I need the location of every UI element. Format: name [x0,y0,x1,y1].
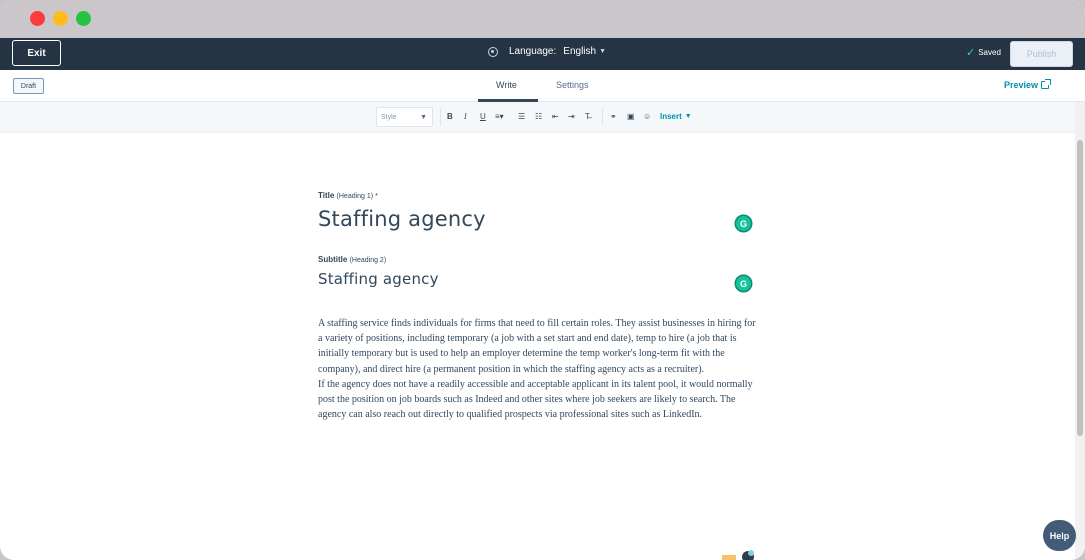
editor-tab-bar: Draft Write Settings Preview [0,70,1085,102]
scrollbar-thumb[interactable] [1077,140,1083,436]
toolbar-divider [602,108,603,126]
saved-label: Saved [978,48,1001,57]
title-field-label: Title (Heading 1) * [318,191,378,200]
globe-icon [488,46,498,57]
bulleted-list-icon[interactable]: ☰ [518,111,525,123]
grammarly-icon[interactable]: G [736,276,751,291]
subtitle-hint: (Heading 2) [349,257,387,264]
chat-widget-icon [722,550,754,560]
publish-button[interactable]: Publish [1010,41,1073,67]
subtitle-label: Subtitle [318,255,348,264]
style-dropdown-value: Style [381,113,397,121]
language-value: English [563,46,597,57]
body-paragraph: A staffing service finds individuals for… [318,318,756,375]
title-hint: (Heading 1) * [336,193,378,200]
clear-formatting-icon[interactable]: T̶ [585,111,590,123]
external-link-icon [1041,79,1052,89]
editor-top-bar: Exit Language: English ▼ ✓ Saved Publish [0,38,1085,70]
style-dropdown[interactable]: Style ▼ [376,107,433,127]
toolbar-divider [440,108,441,126]
title-label: Title [318,191,335,200]
minimize-window-button[interactable] [53,11,68,26]
bold-button[interactable]: B [447,111,453,123]
language-label: Language: [509,46,557,57]
preview-label: Preview [1004,80,1039,90]
numbered-list-icon[interactable]: ☷ [535,111,542,123]
language-dropdown[interactable]: English ▼ [563,46,606,57]
align-left-icon[interactable]: ≡▾ [495,111,504,123]
close-window-button[interactable] [30,11,45,26]
title-input[interactable]: Staffing agency [318,207,486,231]
exit-button[interactable]: Exit [12,40,61,66]
rich-text-toolbar: Style ▼ B I U ≡▾ ☰ ☷ ⇤ ⇥ T̶ ⚭ ▣ ☺ Insert… [0,102,1075,133]
check-icon: ✓ [966,46,976,59]
draft-status-badge: Draft [13,78,44,94]
preview-link[interactable]: Preview [1004,79,1052,90]
chevron-down-icon: ▼ [420,113,427,121]
tab-settings[interactable]: Settings [556,80,589,90]
insert-menu[interactable]: Insert ▼ [660,112,692,121]
outdent-icon[interactable]: ⇤ [552,111,559,123]
language-selector[interactable]: Language: English ▼ [488,46,606,57]
indent-icon[interactable]: ⇥ [568,111,575,123]
maximize-window-button[interactable] [76,11,91,26]
italic-button[interactable]: I [464,111,467,123]
app-window: Exit Language: English ▼ ✓ Saved Publish… [0,0,1085,560]
grammarly-icon[interactable]: G [736,216,751,231]
image-icon[interactable]: ▣ [627,111,635,123]
underline-button[interactable]: U [480,111,486,123]
insert-label: Insert [660,112,682,121]
save-status: ✓ Saved [966,46,1001,59]
window-titlebar [0,0,1085,38]
help-button[interactable]: Help [1043,520,1076,551]
subtitle-input[interactable]: Staffing agency [318,270,439,288]
body-text-editor[interactable]: A staffing service finds individuals for… [318,316,762,422]
tab-write[interactable]: Write [496,80,517,90]
subtitle-field-label: Subtitle (Heading 2) [318,255,386,264]
chevron-down-icon: ▼ [684,113,692,120]
link-icon[interactable]: ⚭ [610,111,617,123]
chevron-down-icon: ▼ [599,48,607,55]
emoji-icon[interactable]: ☺ [643,111,651,123]
body-paragraph: If the agency does not have a readily ac… [318,378,753,421]
